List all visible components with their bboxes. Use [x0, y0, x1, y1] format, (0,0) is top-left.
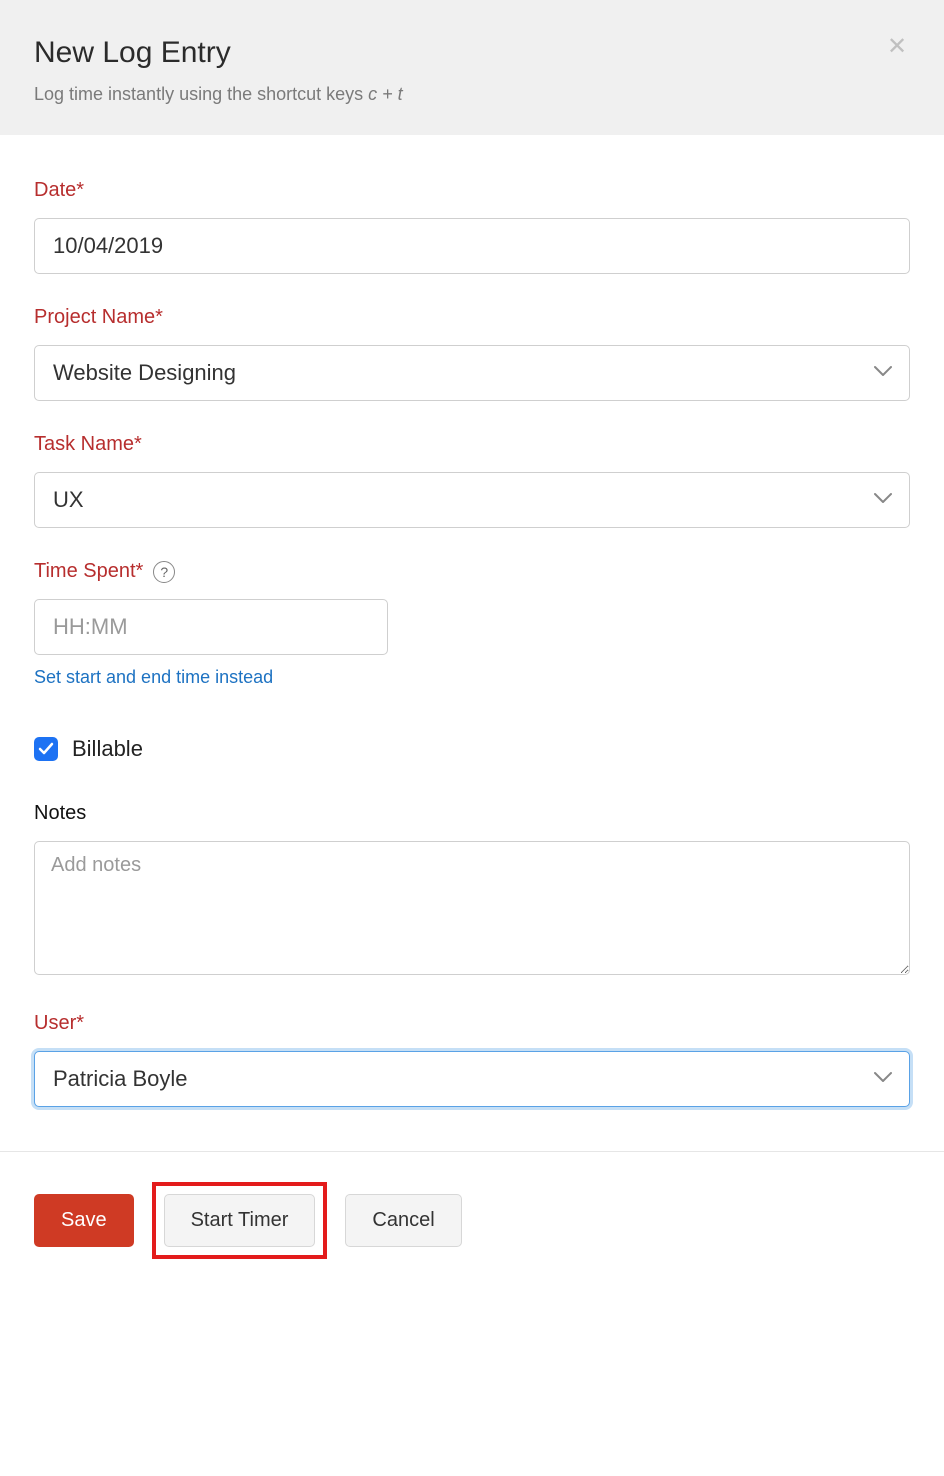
save-button[interactable]: Save	[34, 1194, 134, 1247]
close-button[interactable]: ✕	[882, 32, 912, 62]
time-spent-label: Time Spent*	[34, 560, 143, 583]
user-select-wrapper: Patricia Boyle	[34, 1051, 910, 1107]
notes-group: Notes	[34, 802, 910, 980]
date-label: Date*	[34, 179, 910, 202]
task-group: Task Name* UX	[34, 433, 910, 528]
form-body: Date* Project Name* Website Designing Ta…	[0, 135, 944, 1107]
project-select[interactable]: Website Designing	[34, 345, 910, 401]
task-select-wrapper: UX	[34, 472, 910, 528]
date-input[interactable]	[34, 218, 910, 274]
time-spent-input[interactable]	[34, 599, 388, 655]
dialog-footer: Save Start Timer Cancel	[0, 1151, 944, 1289]
billable-label: Billable	[72, 736, 143, 762]
project-label: Project Name*	[34, 306, 910, 329]
user-select[interactable]: Patricia Boyle	[34, 1051, 910, 1107]
start-timer-button[interactable]: Start Timer	[164, 1194, 316, 1247]
help-icon[interactable]: ?	[153, 561, 175, 583]
start-timer-highlight: Start Timer	[152, 1182, 328, 1259]
task-label: Task Name*	[34, 433, 910, 456]
project-select-wrapper: Website Designing	[34, 345, 910, 401]
dialog-title: New Log Entry	[34, 36, 910, 70]
close-icon: ✕	[887, 33, 907, 60]
notes-label: Notes	[34, 802, 910, 825]
billable-row: Billable	[34, 736, 910, 762]
set-start-end-time-link[interactable]: Set start and end time instead	[34, 667, 273, 688]
cancel-button[interactable]: Cancel	[345, 1194, 461, 1247]
user-group: User* Patricia Boyle	[34, 1012, 910, 1107]
task-select[interactable]: UX	[34, 472, 910, 528]
dialog-subtitle: Log time instantly using the shortcut ke…	[34, 84, 910, 105]
project-group: Project Name* Website Designing	[34, 306, 910, 401]
check-icon	[38, 742, 54, 756]
dialog-header: New Log Entry Log time instantly using t…	[0, 0, 944, 135]
billable-checkbox[interactable]	[34, 737, 58, 761]
date-group: Date*	[34, 179, 910, 274]
user-label: User*	[34, 1012, 910, 1035]
time-spent-group: Time Spent* ? Set start and end time ins…	[34, 560, 910, 688]
shortcut-hint: c + t	[368, 84, 403, 104]
notes-textarea[interactable]	[34, 841, 910, 975]
